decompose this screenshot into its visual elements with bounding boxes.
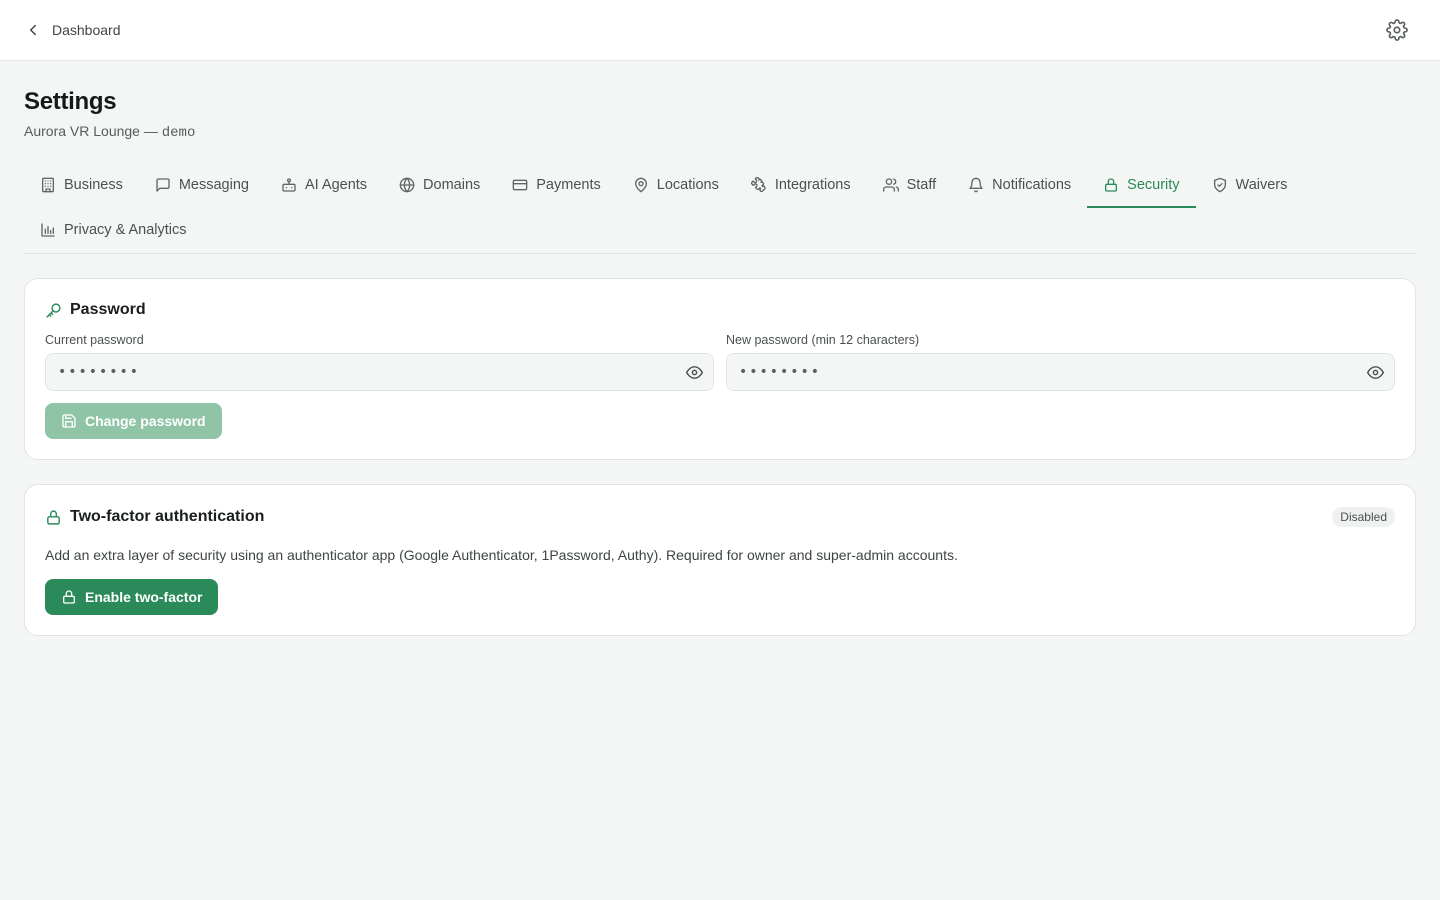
tab-integrations[interactable]: Integrations <box>735 163 867 208</box>
users-icon <box>882 177 899 192</box>
page-title: Settings <box>24 88 117 115</box>
key-icon <box>46 302 61 318</box>
tab-label: Staff <box>906 176 937 193</box>
venue-name: Aurora VR Lounge — <box>24 123 158 139</box>
save-icon <box>62 414 76 428</box>
settings-tabs: Business Messaging AI Agents Domains Pay… <box>24 163 1416 254</box>
tab-label: Payments <box>536 176 601 193</box>
current-password-wrapper <box>45 353 714 391</box>
current-password-group: Current password <box>45 333 714 391</box>
two-factor-title: Two-factor authentication <box>70 508 265 525</box>
settings-gear-button[interactable] <box>1386 19 1408 41</box>
two-factor-title-group: Two-factor authentication <box>45 508 264 526</box>
new-password-input[interactable] <box>739 364 1320 380</box>
current-password-input[interactable] <box>58 364 639 380</box>
status-badge: Disabled <box>1332 507 1395 527</box>
password-card-title: Password <box>70 301 146 318</box>
bar-chart-icon <box>41 222 55 237</box>
enable-two-factor-label: Enable two-factor <box>85 589 203 605</box>
tab-notifications[interactable]: Notifications <box>952 163 1087 208</box>
tab-label: Locations <box>656 176 719 193</box>
tab-label: Domains <box>423 176 481 193</box>
tab-label: Business <box>64 176 123 193</box>
chevron-left-icon <box>30 24 36 36</box>
building-icon <box>42 177 54 192</box>
eye-icon[interactable] <box>1367 364 1384 381</box>
tab-label: Waivers <box>1235 176 1288 193</box>
bot-icon <box>282 177 296 192</box>
globe-icon <box>399 177 415 192</box>
back-label: Dashboard <box>52 22 121 38</box>
two-factor-card: Two-factor authentication Disabled Add a… <box>24 484 1416 636</box>
new-password-group: New password (min 12 characters) <box>726 333 1395 391</box>
tab-ai-agents[interactable]: AI Agents <box>265 163 383 208</box>
tab-label: Security <box>1127 176 1180 193</box>
tab-label: Integrations <box>774 176 851 193</box>
message-icon <box>156 177 170 192</box>
tab-label: AI Agents <box>304 176 368 193</box>
tab-label: Notifications <box>992 176 1072 193</box>
tab-label: Messaging <box>178 176 249 193</box>
puzzle-icon <box>750 176 766 192</box>
lock-icon <box>1105 177 1118 192</box>
tab-locations[interactable]: Locations <box>617 163 735 208</box>
map-pin-icon <box>634 177 647 192</box>
tab-label: Privacy & Analytics <box>64 221 187 238</box>
tabs-second-row: Privacy & Analytics <box>24 208 1416 253</box>
page-subtitle: Aurora VR Lounge — demo <box>24 123 1416 141</box>
tab-security[interactable]: Security <box>1087 163 1196 208</box>
tab-payments[interactable]: Payments <box>496 163 616 208</box>
new-password-label: New password (min 12 characters) <box>726 333 920 347</box>
change-password-button[interactable]: Change password <box>45 403 222 439</box>
top-bar: Dashboard <box>0 0 1440 61</box>
credit-card-icon <box>512 179 528 190</box>
password-fields: Current password New password (min 12 ch… <box>45 333 1395 391</box>
tab-domains[interactable]: Domains <box>383 163 496 208</box>
two-factor-description: Add an extra layer of security using an … <box>45 547 958 563</box>
current-password-label: Current password <box>45 333 144 347</box>
tab-privacy-analytics[interactable]: Privacy & Analytics <box>24 208 203 253</box>
lock-icon <box>47 509 60 525</box>
new-password-wrapper <box>726 353 1395 391</box>
tab-business[interactable]: Business <box>24 163 139 208</box>
environment-label: demo <box>161 125 196 141</box>
tab-waivers[interactable]: Waivers <box>1196 163 1304 208</box>
shield-check-icon <box>1213 177 1226 192</box>
bell-icon <box>969 177 983 192</box>
tab-messaging[interactable]: Messaging <box>139 163 265 208</box>
page-header: Settings Aurora VR Lounge — demo <box>0 61 1440 141</box>
password-card-header: Password <box>45 301 1395 319</box>
lock-icon <box>63 590 75 604</box>
eye-icon[interactable] <box>686 364 703 381</box>
enable-two-factor-button[interactable]: Enable two-factor <box>45 579 219 615</box>
password-card: Password Current password New password (… <box>24 278 1416 460</box>
gear-icon <box>1386 19 1408 41</box>
two-factor-card-header: Two-factor authentication Disabled <box>45 507 1395 527</box>
tab-staff[interactable]: Staff <box>867 163 953 208</box>
back-to-dashboard-link[interactable]: Dashboard <box>24 21 121 39</box>
change-password-label: Change password <box>85 413 206 429</box>
